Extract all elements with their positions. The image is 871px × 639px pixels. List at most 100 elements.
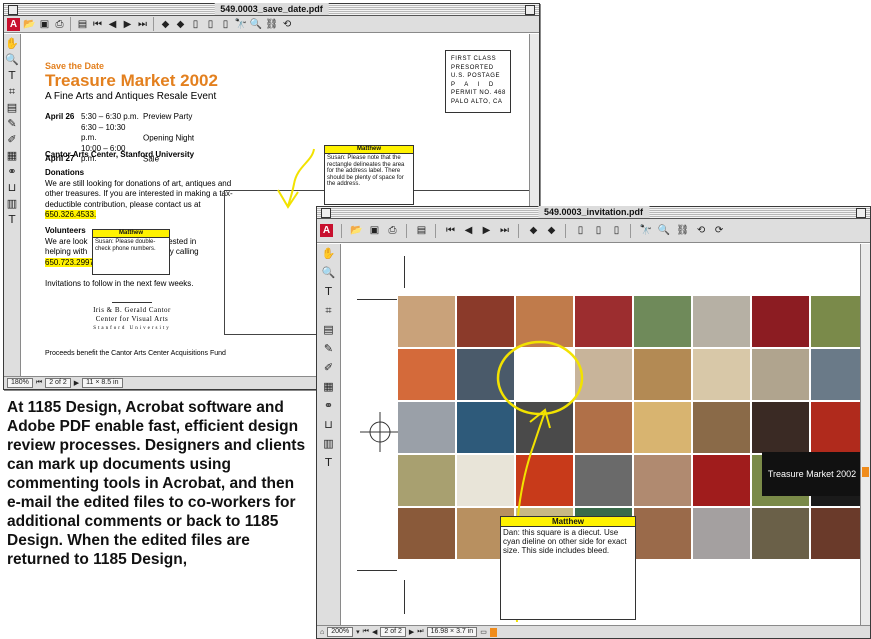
page-size-field: 11 × 8.5 in [82,378,123,388]
hand-tool-icon[interactable]: ✋ [5,37,19,50]
movie-tool-icon[interactable]: ▦ [6,149,19,162]
actual-size-icon[interactable]: ▯ [189,17,201,31]
save-icon[interactable]: ▣ [368,224,380,238]
zoom-tool-icon[interactable]: 🔍 [322,266,336,279]
close-box[interactable] [8,5,18,15]
prev-page-icon[interactable]: ◀ [106,17,118,31]
links-icon[interactable]: ⛓ [265,17,278,31]
article-tool-icon[interactable]: ▥ [322,437,335,450]
toolbar: A 📂 ▣ ⎙ ▤ ⏮ ◀ ▶ ⏭ ◆ ◆ ▯ ▯ ▯ 🔭 🔍 ⛓ ⟲ ⟳ [317,219,870,243]
note-author: Matthew [325,146,413,154]
forward-icon[interactable]: ◆ [174,17,186,31]
note-text: Dan: this square is a diecut. Use cyan d… [503,528,627,555]
actual-size-icon[interactable]: ▯ [574,224,586,238]
next-page-icon[interactable]: ▶ [74,379,79,387]
thumbnails-icon[interactable]: ▤ [415,224,427,238]
first-page-icon[interactable]: ⏮ [444,224,456,238]
note-tool-icon[interactable]: ▤ [6,101,19,114]
title-bar[interactable]: 549.0003_save_date.pdf [4,3,539,16]
page-size-field: 16.98 × 3.7 in [426,627,478,637]
prev-page-icon[interactable]: ◀ [462,224,474,238]
fit-page-icon[interactable]: ▯ [204,17,216,31]
scroll-thumb[interactable] [862,467,869,477]
touchup-text-icon[interactable]: T [6,213,19,226]
zoom-box[interactable] [525,5,535,15]
close-box[interactable] [321,208,331,218]
back-icon[interactable]: ◆ [159,17,171,31]
page-field[interactable]: 2 of 2 [45,378,71,388]
next-page-icon[interactable]: ▶ [121,17,133,31]
prev-page-icon[interactable]: ◀ [372,628,377,636]
title-bar[interactable]: 549.0003_invitation.pdf [317,206,870,219]
fit-page-icon[interactable]: ▯ [592,224,604,238]
markup-tool-icon[interactable]: ✐ [6,133,19,146]
page-field[interactable]: 2 of 2 [380,627,406,637]
save-icon[interactable]: ▣ [38,17,50,31]
link-tool-icon[interactable]: ⚭ [322,399,335,412]
links-icon[interactable]: ⛓ [676,224,689,238]
comment-note-diecut[interactable]: Matthew Dan: this square is a diecut. Us… [500,516,636,620]
crop-tool-icon[interactable]: ⌗ [6,85,19,98]
last-page-icon[interactable]: ⏭ [498,224,510,238]
note-author: Matthew [93,230,169,238]
rotate-left-icon[interactable]: ⟲ [695,224,707,238]
link-tool-icon[interactable]: ⚭ [6,165,19,178]
find-icon[interactable]: 🔭 [639,224,651,238]
print-icon[interactable]: ⎙ [53,17,65,31]
markup-tool-icon[interactable]: ✐ [322,361,335,374]
forward-icon[interactable]: ◆ [545,224,557,238]
fit-width-icon[interactable]: ▯ [219,17,231,31]
pencil-tool-icon[interactable]: ✎ [6,117,19,130]
last-page-icon[interactable]: ⏭ [136,17,148,31]
pencil-tool-icon[interactable]: ✎ [322,342,335,355]
search-icon[interactable]: 🔍 [658,224,670,238]
search-icon[interactable]: 🔍 [250,17,262,31]
crop-tool-icon[interactable]: ⌗ [322,304,335,317]
adobe-logo-icon[interactable]: A [7,17,20,31]
tool-palette: ✋ 🔍 T ⌗ ▤ ✎ ✐ ▦ ⚭ ⊔ ▥ T [4,34,21,376]
next-page-icon[interactable]: ▶ [409,628,414,636]
window-title: 549.0003_save_date.pdf [214,3,329,15]
thumbnails-icon[interactable]: ▤ [76,17,88,31]
note-author: Matthew [501,517,635,527]
window-title: 549.0003_invitation.pdf [537,206,650,218]
document-page: Treasure Market 2002 Matthew Dan: this s… [342,244,860,625]
note-text: Susan: Please double-check phone numbers… [95,239,156,252]
fit-width-icon[interactable]: ▯ [610,224,622,238]
text-select-icon[interactable]: T [6,69,19,82]
note-text: Susan: Please note that the rectangle de… [327,155,405,187]
comment-note-address[interactable]: Matthew Susan: Please note that the rect… [324,145,414,205]
status-bar: ⌂ 200% ▾ ⏮ ◀ 2 of 2 ▶ ⏭ 16.98 × 3.7 in ▭ [317,625,870,638]
zoom-box[interactable] [856,208,866,218]
next-page-icon[interactable]: ▶ [480,224,492,238]
first-page-icon[interactable]: ⏮ [91,17,103,31]
form-tool-icon[interactable]: ⊔ [322,418,335,431]
last-page-icon[interactable]: ⏭ [417,628,423,636]
touchup-text-icon[interactable]: T [322,456,335,469]
first-page-icon[interactable]: ⏮ [363,628,369,636]
rotate-icon[interactable]: ⟲ [281,17,293,31]
form-tool-icon[interactable]: ⊔ [6,181,19,194]
first-page-icon[interactable]: ⏮ [36,379,42,387]
page-layout-icon[interactable]: ▭ [480,628,487,636]
vertical-scrollbar[interactable] [860,244,870,625]
text-select-icon[interactable]: T [322,285,335,298]
zoom-menu-icon[interactable]: ▾ [356,628,360,636]
hand-tool-icon[interactable]: ✋ [322,247,336,260]
horizontal-scroll-thumb[interactable] [489,627,497,637]
toolbar: A 📂 ▣ ⎙ ▤ ⏮ ◀ ▶ ⏭ ◆ ◆ ▯ ▯ ▯ 🔭 🔍 ⛓ ⟲ [4,16,539,33]
note-tool-icon[interactable]: ▤ [322,323,335,336]
article-tool-icon[interactable]: ▥ [6,197,19,210]
zoom-field[interactable]: 180% [7,378,33,388]
adobe-logo-icon[interactable]: A [320,224,333,237]
back-icon[interactable]: ◆ [527,224,539,238]
open-icon[interactable]: 📂 [23,17,35,31]
movie-tool-icon[interactable]: ▦ [322,380,335,393]
comment-note-phone[interactable]: Matthew Susan: Please double-check phone… [92,229,170,275]
zoom-field[interactable]: 200% [327,627,354,637]
rotate-right-icon[interactable]: ⟳ [713,224,725,238]
zoom-tool-icon[interactable]: 🔍 [5,53,19,66]
find-icon[interactable]: 🔭 [234,17,246,31]
open-icon[interactable]: 📂 [350,224,362,238]
print-icon[interactable]: ⎙ [386,224,398,238]
